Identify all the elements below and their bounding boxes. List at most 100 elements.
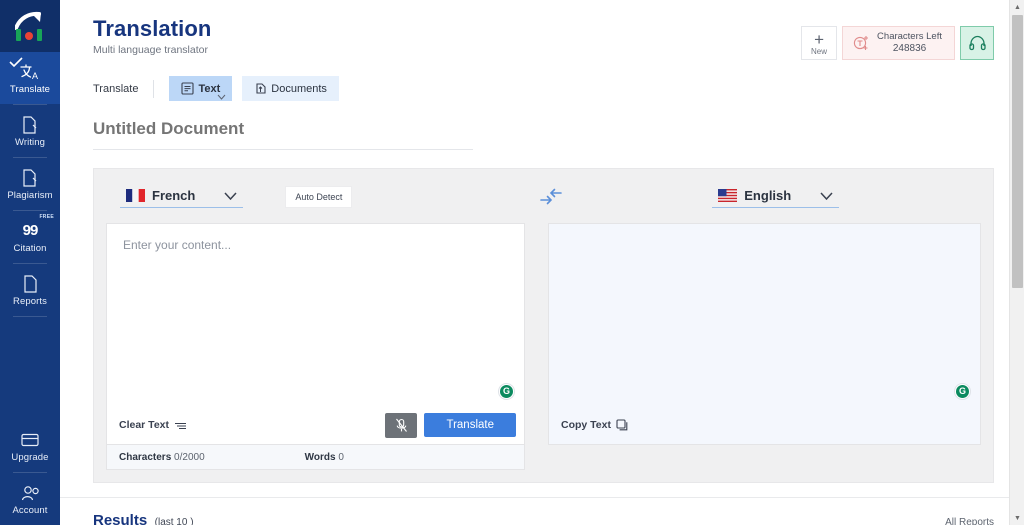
new-button[interactable]: + New bbox=[801, 26, 837, 60]
words-stat-value: 0 bbox=[338, 452, 344, 463]
token-sparkle-icon bbox=[853, 35, 870, 52]
document-title-input[interactable] bbox=[93, 113, 473, 150]
flag-france-icon bbox=[126, 189, 145, 202]
clear-text-button[interactable]: Clear Text bbox=[119, 419, 187, 431]
app-logo[interactable] bbox=[0, 0, 60, 52]
tabs-section-label: Translate bbox=[93, 83, 138, 95]
documents-upload-icon bbox=[254, 82, 267, 95]
new-button-label: New bbox=[811, 47, 827, 56]
logo-arrow-icon bbox=[15, 11, 45, 30]
sidebar-item-reports[interactable]: Reports bbox=[0, 264, 60, 316]
tab-text[interactable]: Text bbox=[169, 76, 232, 101]
sidebar-item-upgrade[interactable]: Upgrade bbox=[0, 420, 60, 472]
grammarly-g-icon[interactable]: G bbox=[954, 383, 971, 400]
writing-icon bbox=[22, 115, 38, 135]
language-row: French Auto Detect bbox=[106, 179, 981, 215]
translate-panel: French Auto Detect bbox=[93, 168, 994, 483]
page-scrollbar[interactable]: ▲ ▼ bbox=[1009, 0, 1024, 525]
sidebar: A Translate Writing Plagia bbox=[0, 0, 60, 525]
check-icon bbox=[9, 57, 23, 68]
sidebar-item-label: Plagiarism bbox=[7, 190, 52, 201]
swap-languages-button[interactable] bbox=[531, 188, 571, 206]
tab-documents[interactable]: Documents bbox=[242, 76, 339, 101]
citation-quote-icon: 99 bbox=[23, 221, 38, 241]
plus-icon: + bbox=[814, 32, 824, 47]
characters-stat-label: Characters bbox=[119, 452, 171, 463]
support-button[interactable] bbox=[960, 26, 994, 60]
text-document-icon bbox=[181, 82, 194, 95]
characters-stat: Characters 0/2000 bbox=[119, 452, 205, 463]
sidebar-item-label: Upgrade bbox=[11, 452, 48, 463]
microphone-button[interactable] bbox=[385, 413, 417, 438]
words-stat-label: Words bbox=[305, 452, 336, 463]
sidebar-item-citation[interactable]: FREE 99 Citation bbox=[0, 211, 60, 263]
target-editor: G Copy Text bbox=[548, 223, 981, 445]
grammarly-g-icon[interactable]: G bbox=[498, 383, 515, 400]
all-reports-link[interactable]: All Reports bbox=[945, 517, 994, 525]
tabs-divider bbox=[153, 80, 154, 98]
results-heading: Results (last 10 ) bbox=[93, 512, 194, 525]
words-stat: Words 0 bbox=[305, 452, 344, 463]
plagiarism-icon bbox=[22, 168, 38, 188]
card-icon bbox=[21, 430, 39, 450]
source-textarea[interactable] bbox=[107, 224, 524, 406]
tab-label: Text bbox=[198, 83, 220, 95]
source-editor-actions: Translate bbox=[385, 413, 516, 438]
characters-left-label: Characters Left bbox=[877, 31, 942, 43]
clear-lines-icon bbox=[174, 421, 187, 430]
editors-gap bbox=[525, 223, 548, 445]
target-textarea[interactable] bbox=[549, 224, 980, 406]
document-title-wrap bbox=[60, 101, 1024, 150]
source-stats-bar: Characters 0/2000 Words 0 bbox=[106, 445, 525, 470]
sidebar-item-writing[interactable]: Writing bbox=[0, 105, 60, 157]
sidebar-item-label: Account bbox=[12, 505, 47, 516]
sidebar-item-label: Writing bbox=[15, 137, 45, 148]
translate-glyph-icon: A bbox=[20, 63, 41, 81]
source-language-selector[interactable]: French bbox=[120, 186, 243, 208]
reports-icon bbox=[23, 274, 38, 294]
clear-text-label: Clear Text bbox=[119, 419, 169, 431]
source-editor-footer: Clear Text bbox=[107, 406, 524, 444]
flag-usa-icon bbox=[718, 189, 737, 202]
translate-button[interactable]: Translate bbox=[424, 413, 516, 437]
scroll-up-arrow-icon[interactable]: ▲ bbox=[1010, 0, 1024, 14]
results-section: Results (last 10 ) All Reports bbox=[60, 497, 1024, 525]
mic-muted-icon bbox=[395, 418, 408, 433]
sidebar-item-translate[interactable]: A Translate bbox=[0, 52, 60, 104]
results-subtitle: (last 10 ) bbox=[155, 517, 194, 525]
chevron-down-icon bbox=[224, 192, 237, 200]
tab-label: Documents bbox=[271, 83, 327, 95]
header-actions: + New Characters Left 248836 bbox=[801, 16, 994, 60]
characters-left-value: 248836 bbox=[877, 43, 942, 55]
sidebar-divider bbox=[13, 316, 47, 317]
page-subtitle: Multi language translator bbox=[93, 44, 211, 56]
sidebar-item-account[interactable]: Account bbox=[0, 473, 60, 525]
page-header: Translation Multi language translator + … bbox=[60, 0, 1024, 60]
scroll-down-arrow-icon[interactable]: ▼ bbox=[1010, 511, 1024, 525]
target-editor-footer: Copy Text bbox=[549, 406, 980, 444]
results-title: Results bbox=[93, 512, 147, 525]
headset-icon bbox=[968, 35, 987, 52]
characters-left-text: Characters Left 248836 bbox=[877, 31, 942, 55]
page-header-text: Translation Multi language translator bbox=[93, 16, 211, 56]
scrollbar-thumb[interactable] bbox=[1012, 15, 1023, 288]
sidebar-item-label: Reports bbox=[13, 296, 47, 307]
auto-detect-button[interactable]: Auto Detect bbox=[285, 186, 352, 208]
characters-left-panel[interactable]: Characters Left 248836 bbox=[842, 26, 955, 60]
copy-text-label: Copy Text bbox=[561, 419, 611, 431]
svg-text:A: A bbox=[32, 71, 38, 81]
source-editor: G Clear Text bbox=[106, 223, 525, 445]
source-language-name: French bbox=[152, 188, 195, 203]
page-title: Translation bbox=[93, 16, 211, 42]
logo-bars-icon bbox=[16, 29, 42, 41]
target-language-selector[interactable]: English bbox=[712, 186, 839, 208]
sidebar-item-plagiarism[interactable]: Plagiarism bbox=[0, 158, 60, 210]
copy-text-button[interactable]: Copy Text bbox=[561, 419, 628, 431]
editors-row: G Clear Text bbox=[106, 223, 981, 445]
translate-icon: A bbox=[20, 62, 41, 82]
translation-app: A Translate Writing Plagia bbox=[0, 0, 1024, 525]
chevron-down-icon bbox=[820, 192, 833, 200]
source-language-area: French Auto Detect bbox=[106, 186, 531, 208]
sidebar-item-label: Citation bbox=[13, 243, 46, 254]
target-language-name: English bbox=[744, 188, 791, 203]
